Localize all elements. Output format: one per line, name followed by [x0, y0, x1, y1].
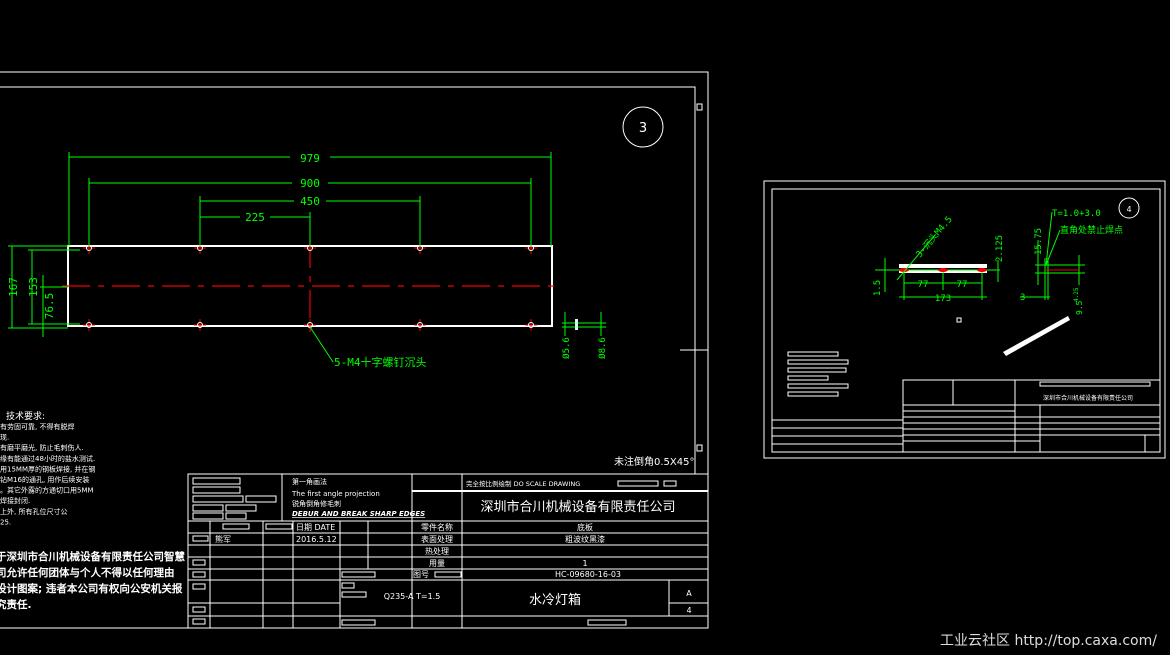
sheet4-dimensions: 1.5 3-沉头M4.5 2.125 77 77 173 15.75 3 9.5…	[873, 209, 1123, 315]
heat-label: 热处理	[425, 546, 449, 556]
svg-text:Ø5.6: Ø5.6	[561, 337, 572, 359]
tech-requirement-line: 用15MM厚的钢板焊接, 并在钢	[0, 464, 95, 473]
sheet4-part-view	[875, 211, 1085, 300]
svg-text:900: 900	[300, 177, 320, 190]
tech-requirement-line: 现.	[0, 434, 9, 442]
quantity: 1	[582, 559, 587, 568]
copyright-line: 究责任.	[0, 598, 32, 611]
cad-canvas[interactable]: 3 979 900 450 225 167 153 76.5 5-M4十字螺钉沉…	[0, 0, 1170, 655]
sheet4-number: 4	[1126, 205, 1131, 214]
hole-marker	[525, 319, 537, 331]
svg-text:T=1.0+3.0: T=1.0+3.0	[1052, 209, 1101, 219]
sheet3-number: 3	[639, 121, 647, 136]
tech-requirement-line: 。其它外露的方通切口用5MM	[0, 486, 94, 495]
copyright-line: 于深圳市合川机械设备有限责任公司智慧	[0, 550, 185, 563]
svg-text:2.125: 2.125	[995, 235, 1005, 262]
svg-text:76.5: 76.5	[43, 293, 56, 320]
designer-name: 熊军	[215, 534, 231, 544]
svg-text:77: 77	[957, 280, 968, 290]
callout-leader	[309, 326, 334, 363]
surface-treatment: 粗波纹黑漆	[565, 534, 605, 544]
tech-requirement-line: 25.	[0, 518, 11, 526]
svg-text:3-沉头M4.5: 3-沉头M4.5	[914, 214, 955, 260]
svg-text:77: 77	[918, 280, 929, 290]
projection-cn: 第一角画法	[292, 477, 327, 486]
design-date: 2016.5.12	[296, 535, 337, 544]
part-name-label: 零件名称	[421, 522, 453, 532]
svg-text:173: 173	[935, 294, 951, 304]
svg-text:3: 3	[1020, 293, 1025, 303]
tech-requirement-line: 缘有能通过48小时的盐水测试.	[0, 454, 95, 463]
tech-requirement-line: 有磨平磨光, 防止毛刺伤人.	[0, 443, 84, 452]
part-name: 底板	[577, 522, 593, 532]
dimension-225: 225	[200, 210, 311, 246]
surface-label: 表面处理	[421, 534, 453, 544]
tech-requirement-line: 焊接封闭.	[0, 496, 30, 505]
tech-requirement-line: 有劳固可靠, 不得有脱焊	[0, 422, 74, 431]
copyright-line: 设计图案; 违者本公司有权向公安机关报	[0, 582, 183, 595]
svg-text:Ø8.6: Ø8.6	[597, 337, 608, 359]
svg-text:167: 167	[7, 277, 20, 297]
tech-requirements-list: 有劳固可靠, 不得有脱焊现.有磨平磨光, 防止毛刺伤人. 缘有能通过48小时的盐水…	[0, 422, 95, 526]
drawing-number: HC-09680-16-03	[555, 570, 621, 579]
tech-requirements-title: 技术要求:	[6, 410, 45, 422]
date-label: 日期 DATE	[296, 523, 335, 532]
hole-marker	[304, 319, 316, 331]
sheet4-frame	[763, 180, 1166, 459]
sheet-size: A	[686, 589, 692, 598]
screw-callout: 5-M4十字螺钉沉头	[334, 355, 427, 369]
hole-marker	[83, 319, 95, 331]
drawing-no-label: 图号	[413, 570, 429, 579]
sheet4-company: 深圳市合川机械设备有限责任公司	[1043, 394, 1133, 402]
svg-text:直角处禁止焊点: 直角处禁止焊点	[1060, 224, 1123, 236]
copyright-notice: 于深圳市合川机械设备有限责任公司智慧司允许任何团体与个人不得以任何理由设计图案;…	[0, 550, 185, 611]
hole-marker	[194, 319, 206, 331]
svg-text:4.25: 4.25	[1073, 287, 1080, 302]
svg-text:450: 450	[300, 195, 320, 208]
projection-en: The first angle projection	[291, 490, 380, 498]
sheet-number: 4	[686, 606, 691, 615]
svg-text:1.5: 1.5	[873, 280, 883, 296]
hole-marker	[414, 319, 426, 331]
svg-text:153: 153	[27, 277, 40, 297]
company-name: 深圳市合川机械设备有限责任公司	[480, 499, 675, 515]
svg-text:225: 225	[245, 211, 265, 224]
svg-text:979: 979	[300, 152, 320, 165]
tech-requirement-line: 上外, 所有孔位尺寸公	[0, 507, 67, 516]
side-view: Ø5.6 Ø8.6	[561, 312, 608, 359]
tech-requirement-line: 钻M16的通孔, 用作后续安装	[0, 475, 89, 484]
svg-text:15.75: 15.75	[1034, 228, 1044, 255]
copyright-line: 司允许任何团体与个人不得以任何理由	[0, 566, 175, 579]
qty-label: 用量	[429, 559, 445, 568]
deburr-en: DEBUR AND BREAK SHARP EDGES	[292, 510, 425, 518]
scale-note: 完全按比例绘制 DO SCALE DRAWING	[466, 479, 580, 488]
chamfer-note: 未注倒角0.5X45°	[614, 455, 694, 468]
product-name: 水冷灯箱	[529, 592, 581, 608]
deburr-cn: 锐角倒角修毛刺	[292, 499, 341, 508]
watermark: 工业云社区 http://top.caxa.com/	[940, 633, 1157, 649]
material: Q235-A T=1.5	[384, 592, 441, 601]
